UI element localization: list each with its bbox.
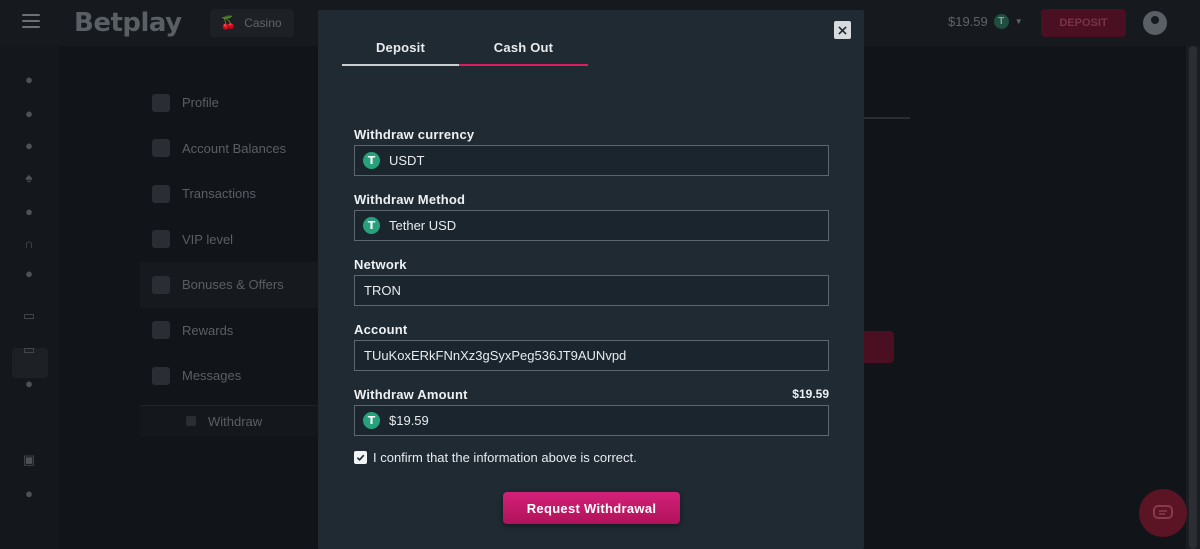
side-item-rewards[interactable]: Rewards — [140, 308, 320, 354]
cherry-icon: 🍒 — [220, 15, 237, 30]
withdraw-form: Withdraw currency T USDT Withdraw Method… — [354, 124, 829, 436]
tab-cash-out[interactable]: Cash Out — [459, 40, 588, 66]
bonus-icon — [152, 275, 170, 294]
headset-icon[interactable]: ● — [21, 106, 37, 122]
side-subitem-label: Withdraw — [208, 413, 263, 429]
side-item-bonuses-offers[interactable]: Bonuses & Offers — [140, 262, 320, 308]
side-item-label: Rewards — [182, 322, 234, 338]
field-network: Network TRON — [354, 254, 829, 306]
network-value: TRON — [364, 283, 401, 298]
side-item-transactions[interactable]: Transactions — [140, 171, 320, 217]
withdraw-currency-value: USDT — [389, 153, 425, 168]
rewards-icon — [152, 321, 170, 340]
balance-amount: $19.59 — [948, 14, 988, 29]
chat-icon — [1153, 505, 1173, 519]
side-item-label: Bonuses & Offers — [182, 277, 284, 293]
withdraw-amount-label: Withdraw Amount — [354, 386, 468, 402]
close-button[interactable] — [834, 21, 851, 39]
side-item-label: Account Balances — [182, 140, 287, 156]
left-rail: ● ● ● ♠ ● ∩ ● ▭ ▭ ● ▣ ● — [0, 46, 58, 549]
cashout-modal: Deposit Cash Out Withdraw currency T USD… — [318, 10, 864, 549]
network-label: Network — [354, 256, 407, 272]
balances-icon — [152, 139, 170, 158]
side-item-label: Transactions — [182, 186, 256, 202]
tether-icon: T — [363, 152, 380, 169]
betplay-logo[interactable]: Betplay — [74, 8, 182, 38]
background-divider — [862, 117, 910, 119]
confirm-row[interactable]: I confirm that the information above is … — [354, 450, 637, 465]
rocket-icon[interactable]: ● — [21, 138, 37, 154]
gift-icon[interactable]: ▣ — [21, 452, 37, 468]
casino-label: Casino — [244, 16, 282, 30]
withdraw-currency-select[interactable]: T USDT — [354, 145, 829, 176]
messages-icon — [152, 366, 170, 385]
person-icon[interactable]: ● — [21, 486, 37, 502]
account-side-menu: Profile Account Balances Transactions VI… — [140, 80, 320, 437]
withdraw-method-select[interactable]: T Tether USD — [354, 210, 829, 241]
withdraw-method-value: Tether USD — [389, 218, 457, 233]
horseshoe-icon[interactable]: ∩ — [21, 236, 37, 252]
star-badge-icon[interactable]: ● — [21, 376, 37, 392]
side-item-messages[interactable]: Messages — [140, 353, 320, 399]
side-item-profile[interactable]: Profile — [140, 80, 320, 126]
checkmark-icon — [356, 454, 365, 462]
network-select[interactable]: TRON — [354, 275, 829, 306]
withdraw-amount-value: $19.59 — [389, 413, 429, 428]
profile-icon — [152, 93, 170, 112]
withdraw-method-label: Withdraw Method — [354, 191, 466, 207]
chevron-down-icon: ▼ — [1014, 17, 1023, 26]
side-item-label: Messages — [182, 368, 242, 384]
side-item-account-balances[interactable]: Account Balances — [140, 126, 320, 172]
withdraw-currency-label: Withdraw currency — [354, 126, 475, 142]
request-withdrawal-button[interactable]: Request Withdrawal — [503, 492, 680, 524]
user-avatar-icon[interactable] — [1143, 11, 1167, 35]
account-label: Account — [354, 321, 408, 337]
withdraw-amount-input[interactable]: T $19.59 — [354, 405, 829, 436]
tether-icon: T — [363, 217, 380, 234]
close-icon — [838, 25, 847, 35]
hamburger-menu-icon[interactable] — [22, 14, 40, 28]
mail-icon[interactable]: ▭ — [21, 342, 37, 358]
tether-icon: T — [993, 14, 1009, 29]
tether-icon: T — [363, 412, 380, 429]
field-withdraw-amount: Withdraw Amount $19.59 T $19.59 — [354, 384, 829, 436]
live-chat-button[interactable] — [1139, 489, 1187, 537]
page-scrollbar[interactable] — [1186, 46, 1200, 549]
modal-tabs: Deposit Cash Out — [342, 40, 588, 66]
confirm-checkbox[interactable] — [354, 451, 367, 464]
tab-deposit[interactable]: Deposit — [342, 40, 459, 66]
side-item-label: VIP level — [182, 231, 234, 247]
side-subitem-withdraw[interactable]: Withdraw — [140, 404, 320, 437]
casino-nav-button[interactable]: 🍒 Casino — [210, 9, 294, 37]
side-item-label: Profile — [182, 95, 219, 111]
spade-icon[interactable]: ♠ — [21, 170, 37, 186]
account-address-input[interactable]: TUuKoxERkFNnXz3gSyxPeg536JT9AUNvpd — [354, 340, 829, 371]
transactions-icon — [152, 184, 170, 203]
tv-icon[interactable]: ▭ — [21, 308, 37, 324]
deposit-button[interactable]: DEPOSIT — [1041, 9, 1126, 37]
field-withdraw-method: Withdraw Method T Tether USD — [354, 189, 829, 241]
account-address-value: TUuKoxERkFNnXz3gSyxPeg536JT9AUNvpd — [364, 348, 627, 363]
cherry-icon[interactable]: ● — [21, 72, 37, 88]
confirm-text: I confirm that the information above is … — [373, 450, 637, 465]
bell-icon[interactable]: ● — [21, 266, 37, 282]
background-button — [862, 331, 894, 363]
bag-icon — [186, 416, 196, 426]
balance-display[interactable]: $19.59 T ▼ — [948, 14, 1023, 29]
field-withdraw-currency: Withdraw currency T USDT — [354, 124, 829, 176]
ball-icon[interactable]: ● — [21, 204, 37, 220]
available-balance[interactable]: $19.59 — [792, 387, 829, 401]
field-account: Account TUuKoxERkFNnXz3gSyxPeg536JT9AUNv… — [354, 319, 829, 371]
star-icon — [152, 230, 170, 249]
side-item-vip-level[interactable]: VIP level — [140, 217, 320, 263]
